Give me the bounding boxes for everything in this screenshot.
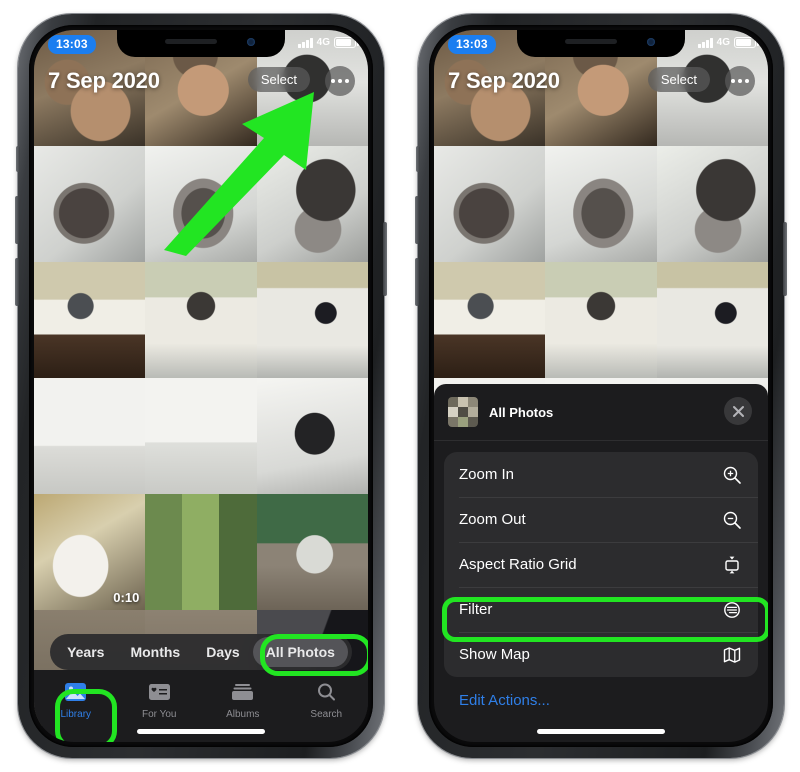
menu-item-label: Aspect Ratio Grid — [459, 556, 577, 573]
photo-cell[interactable] — [656, 262, 768, 378]
ellipsis-icon[interactable] — [725, 66, 755, 96]
sheet-header: All Photos — [444, 384, 758, 440]
map-icon — [721, 644, 743, 666]
tab-bar-left: Library For You Albums Search — [34, 670, 368, 742]
photo-cell[interactable] — [256, 262, 368, 378]
notch — [117, 30, 285, 57]
album-thumbnail — [448, 397, 478, 427]
filter-icon — [721, 599, 743, 621]
volume-down-button[interactable] — [15, 258, 19, 306]
menu-item-label: Show Map — [459, 646, 530, 663]
power-button[interactable] — [383, 222, 387, 296]
earpiece-speaker — [165, 39, 217, 44]
for-you-icon — [148, 679, 171, 705]
photo-cell[interactable] — [145, 378, 257, 494]
menu-item-aspect-ratio-grid[interactable]: Aspect Ratio Grid — [444, 542, 758, 587]
iphone-right: 7 Sep 2020 Select 13:03 4G All Photos Zo… — [415, 14, 787, 758]
menu-item-zoom-in[interactable]: Zoom In — [444, 452, 758, 497]
power-button[interactable] — [783, 222, 787, 296]
segment-days[interactable]: Days — [193, 644, 252, 660]
iphone-left: 0:10 Add a Caption Enjoying the play are… — [15, 14, 387, 758]
segment-years[interactable]: Years — [54, 644, 117, 660]
zoom-in-icon — [721, 464, 743, 486]
tab-albums-label: Albums — [226, 709, 260, 720]
albums-icon — [231, 679, 254, 705]
segment-all-photos[interactable]: All Photos — [252, 637, 348, 667]
page-title: 7 Sep 2020 — [448, 68, 560, 93]
photo-cell[interactable] — [145, 262, 257, 378]
notch — [517, 30, 685, 57]
photo-cell[interactable] — [434, 262, 546, 378]
select-button[interactable]: Select — [647, 67, 710, 92]
volume-up-button[interactable] — [415, 196, 419, 244]
front-camera-icon — [647, 38, 655, 46]
action-menu: Zoom In Zoom Out Aspect Ratio Grid Filte… — [444, 452, 758, 677]
aspect-ratio-grid-icon — [721, 554, 743, 576]
inner-bezel: 0:10 Add a Caption Enjoying the play are… — [29, 25, 373, 747]
photo-cell-video[interactable]: 0:10 — [34, 494, 146, 610]
page-title: 7 Sep 2020 — [48, 68, 160, 93]
photo-cell[interactable] — [545, 146, 657, 262]
photo-cell[interactable] — [34, 146, 146, 262]
photos-library-icon — [64, 679, 87, 705]
screen-right: 7 Sep 2020 Select 13:03 4G All Photos Zo… — [434, 30, 768, 742]
photos-header-right: 7 Sep 2020 Select — [434, 60, 768, 104]
photo-cell[interactable] — [545, 262, 657, 378]
screenshot-stage: 0:10 Add a Caption Enjoying the play are… — [0, 0, 800, 772]
inner-bezel: 7 Sep 2020 Select 13:03 4G All Photos Zo… — [429, 25, 773, 747]
close-icon[interactable] — [724, 397, 752, 425]
screen-left: 0:10 Add a Caption Enjoying the play are… — [34, 30, 368, 742]
divider — [434, 440, 768, 441]
menu-item-label: Zoom Out — [459, 511, 526, 528]
home-indicator[interactable] — [137, 729, 265, 734]
tab-search-label: Search — [310, 709, 343, 720]
segment-months[interactable]: Months — [117, 644, 193, 660]
photo-cell[interactable] — [34, 378, 146, 494]
edit-actions-button[interactable]: Edit Actions... — [444, 677, 758, 709]
photo-cell[interactable] — [256, 378, 368, 494]
earpiece-speaker — [565, 39, 617, 44]
home-indicator[interactable] — [537, 729, 665, 734]
photo-cell-collage[interactable] — [145, 494, 257, 610]
tab-for-you-label: For You — [142, 709, 177, 720]
silent-switch[interactable] — [416, 146, 420, 172]
tab-search[interactable]: Search — [285, 679, 369, 742]
sheet-title: All Photos — [489, 404, 554, 420]
menu-item-show-map[interactable]: Show Map — [444, 632, 758, 677]
zoom-out-icon — [721, 509, 743, 531]
tab-library-label: Library — [60, 709, 92, 720]
photo-cell[interactable] — [656, 146, 768, 262]
search-icon — [315, 679, 338, 705]
photo-cell[interactable] — [256, 494, 368, 610]
menu-item-filter[interactable]: Filter — [444, 587, 758, 632]
volume-up-button[interactable] — [15, 196, 19, 244]
green-arrow-annotation — [164, 92, 314, 256]
photo-cell[interactable] — [34, 262, 146, 378]
more-actions-sheet: All Photos Zoom In Zoom Out Aspect Ratio… — [434, 384, 768, 742]
front-camera-icon — [247, 38, 255, 46]
tab-library[interactable]: Library — [34, 679, 118, 742]
menu-item-label: Filter — [459, 601, 493, 618]
video-duration-badge: 0:10 — [113, 590, 140, 605]
volume-down-button[interactable] — [415, 258, 419, 306]
menu-item-label: Zoom In — [459, 466, 515, 483]
photo-cell[interactable] — [434, 146, 546, 262]
timeline-segmented-control: Years Months Days All Photos — [34, 634, 368, 670]
menu-item-zoom-out[interactable]: Zoom Out — [444, 497, 758, 542]
silent-switch[interactable] — [16, 146, 20, 172]
